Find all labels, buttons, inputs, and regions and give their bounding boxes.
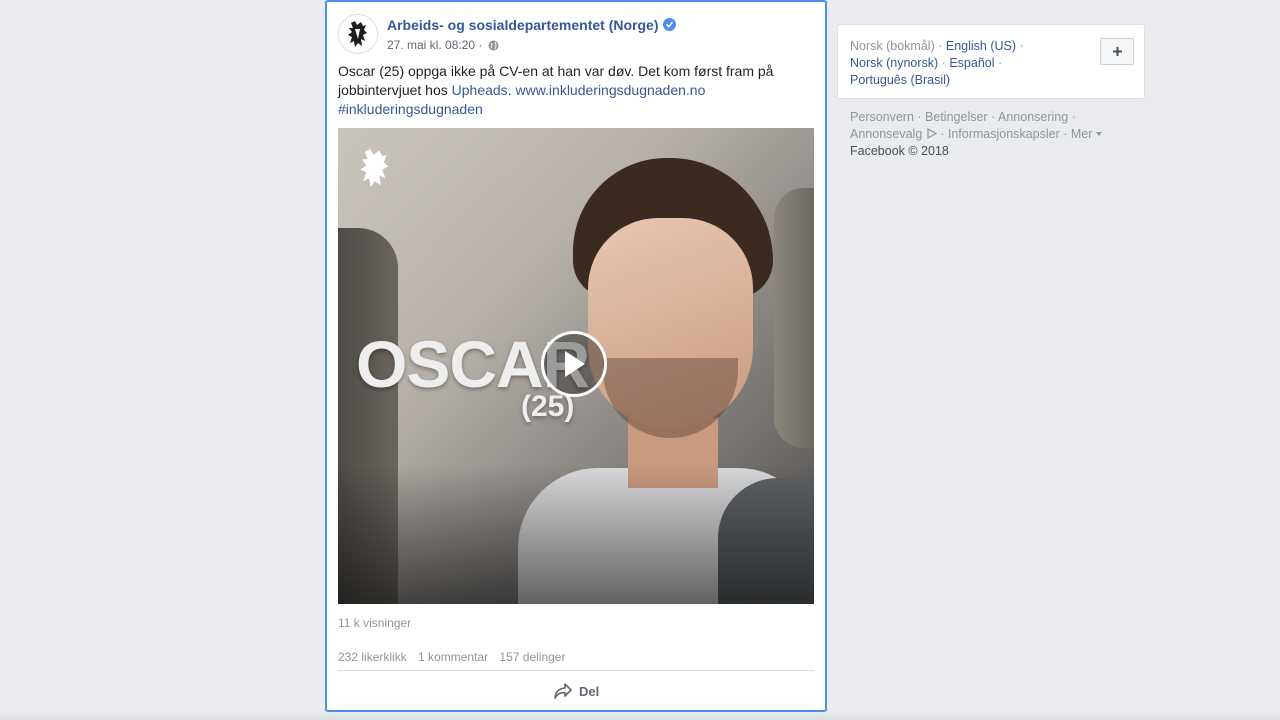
page-name-link[interactable]: Arbeids- og sosialdepartementet (Norge) xyxy=(387,17,659,33)
share-arrow-icon xyxy=(554,683,572,699)
current-language: Norsk (bokmål) xyxy=(850,39,935,53)
post-timestamp[interactable]: 27. mai kl. 08:20 · xyxy=(387,38,482,52)
bottom-edge xyxy=(0,712,1280,720)
adchoices-icon xyxy=(927,127,937,140)
page-avatar[interactable] xyxy=(338,14,378,54)
globe-icon xyxy=(488,40,499,54)
footer-link-cookies[interactable]: Informasjonskapsler xyxy=(948,127,1060,141)
post-card: Arbeids- og sosialdepartementet (Norge) … xyxy=(325,0,827,712)
language-option[interactable]: Norsk (nynorsk) xyxy=(850,56,938,70)
like-count[interactable]: 232 likerklikk xyxy=(338,650,407,664)
footer-link-privacy[interactable]: Personvern xyxy=(850,110,914,124)
lion-crest-icon xyxy=(348,21,367,47)
share-label: Del xyxy=(579,683,600,699)
plus-icon xyxy=(1112,47,1122,56)
language-option[interactable]: Português (Brasil) xyxy=(850,73,950,87)
footer-link-terms[interactable]: Betingelser xyxy=(925,110,988,124)
video-player[interactable]: OSCAR (25) xyxy=(338,128,814,604)
lion-crest-icon xyxy=(356,146,394,195)
language-list: Norsk (bokmål) · English (US) · Norsk (n… xyxy=(850,39,1024,87)
footer-link-adchoices[interactable]: Annonsevalg xyxy=(850,127,922,141)
website-link[interactable]: www.inkluderingsdugnaden.no xyxy=(515,82,705,98)
play-button[interactable] xyxy=(541,331,607,397)
engagement-stats: 232 likerklikk 1 kommentar 157 delinger xyxy=(338,650,573,664)
add-language-button[interactable] xyxy=(1100,38,1134,65)
company-link[interactable]: Upheads xyxy=(452,82,508,98)
action-divider xyxy=(338,670,814,671)
share-count[interactable]: 157 delinger xyxy=(499,650,565,664)
language-option[interactable]: English (US) xyxy=(946,39,1016,53)
video-shade xyxy=(338,464,814,604)
play-icon xyxy=(565,351,585,377)
comment-count[interactable]: 1 kommentar xyxy=(418,650,488,664)
footer-link-advertising[interactable]: Annonsering xyxy=(998,110,1068,124)
post-header: Arbeids- og sosialdepartementet (Norge) … xyxy=(338,14,814,56)
language-box: Norsk (bokmål) · English (US) · Norsk (n… xyxy=(837,24,1145,99)
footer-link-more[interactable]: Mer xyxy=(1071,127,1093,141)
verified-badge-icon xyxy=(662,18,676,31)
copyright: Facebook © 2018 xyxy=(850,144,949,158)
hashtag-link[interactable]: #inkluderingsdugnaden xyxy=(338,101,483,117)
view-count: 11 k visninger xyxy=(338,616,412,630)
video-bg-right xyxy=(774,188,814,448)
caret-down-icon xyxy=(1095,132,1102,136)
post-text: Oscar (25) oppga ikke på CV-en at han va… xyxy=(338,62,808,119)
share-button[interactable]: Del xyxy=(553,682,599,700)
post-meta: 27. mai kl. 08:20 · xyxy=(387,38,499,54)
language-option[interactable]: Español xyxy=(949,56,994,70)
footer-links: Personvern · Betingelser · Annonsering ·… xyxy=(850,109,1140,160)
